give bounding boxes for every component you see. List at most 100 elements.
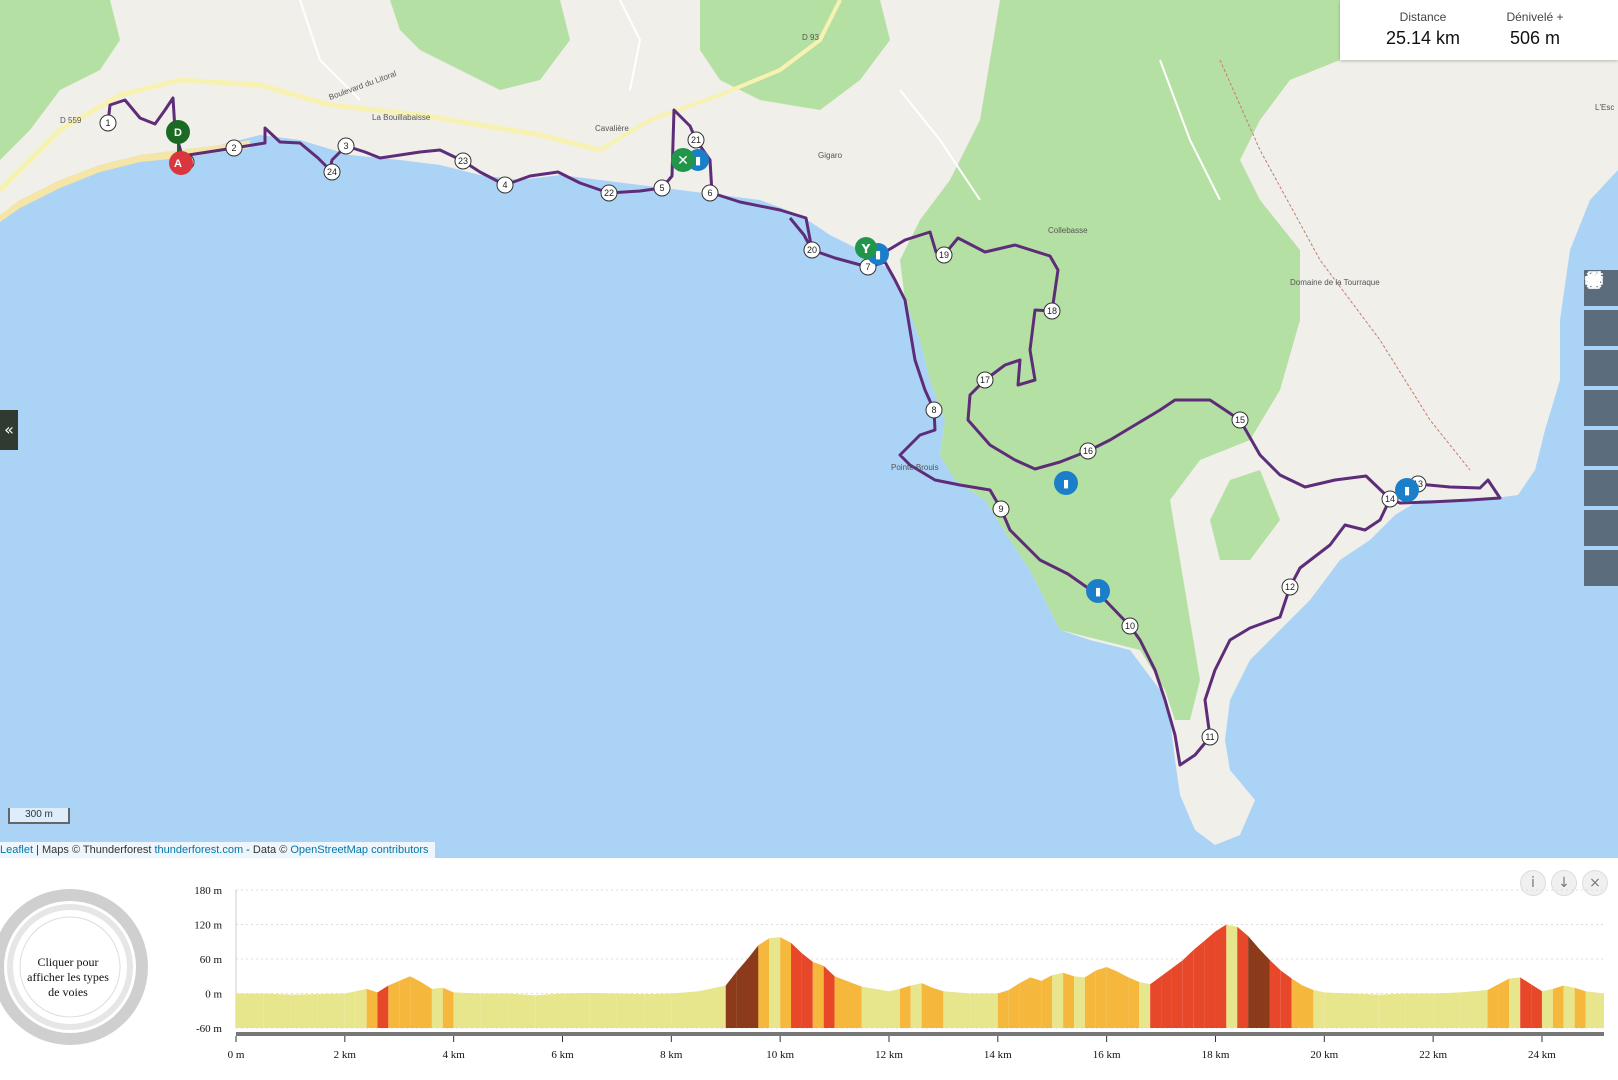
waypoint-marker[interactable]: 4 <box>496 176 514 194</box>
waypoint-label: 12 <box>1285 582 1295 592</box>
zoom-in-icon[interactable] <box>1584 273 1618 346</box>
map-scale: 300 m <box>8 808 70 824</box>
waypoint-marker[interactable]: 1 <box>99 114 117 132</box>
elevation-segment <box>1248 936 1260 1028</box>
waypoint-marker[interactable]: 12 <box>1281 578 1299 596</box>
waypoint-marker[interactable]: 18 <box>1043 302 1061 320</box>
elevation-segment <box>1041 975 1053 1028</box>
elevation-segment <box>1063 972 1074 1028</box>
route-map[interactable]: Cavalière La Bouillabaisse Gigaro Colleb… <box>0 0 1618 858</box>
waypoint-marker[interactable]: 6 <box>701 184 719 202</box>
elevation-segment <box>644 993 672 1028</box>
waypoint-marker[interactable]: 17 <box>976 371 994 389</box>
waypoint-marker[interactable]: 8 <box>925 401 943 419</box>
elevation-segment <box>1269 960 1281 1028</box>
waypoint-marker[interactable]: 19 <box>935 246 953 264</box>
pin-icon[interactable] <box>1584 272 1618 586</box>
route-stats-panel: Distance 25.14 km Dénivelé + 506 m <box>1340 0 1618 60</box>
elevation-chart[interactable]: 180 m 120 m 60 m 0 m -60 m 0 m 2 km 4 km 6 km 8 … <box>180 880 1610 1070</box>
elevation-segment <box>943 991 971 1028</box>
waypoint-label: 22 <box>604 188 614 198</box>
zoom-out-icon[interactable] <box>1584 279 1618 386</box>
elevation-segment <box>508 993 536 1028</box>
crossing-marker[interactable]: ✕ <box>671 148 695 172</box>
elevation-segment <box>1215 924 1227 1028</box>
leaflet-link[interactable]: Leaflet <box>0 844 33 856</box>
x-tick-label: 12 km <box>875 1049 903 1061</box>
elevation-segment <box>736 959 748 1028</box>
x-tick-label: 10 km <box>766 1049 794 1061</box>
layers-icon[interactable] <box>1584 272 1618 426</box>
x-axis: 0 m 2 km 4 km 6 km 8 km 10 km 12 km 14 km 16 km 1… <box>228 1036 1556 1061</box>
waypoint-marker[interactable]: 16 <box>1079 442 1097 460</box>
elevation-segment <box>780 937 792 1028</box>
waypoint-label: 16 <box>1083 446 1093 456</box>
elevation-segment <box>1259 948 1270 1028</box>
waypoint-marker[interactable]: 22 <box>600 184 618 202</box>
elevation-segment <box>366 988 378 1028</box>
elevation-segment <box>1193 940 1205 1028</box>
elevation-segment <box>1106 967 1118 1028</box>
map-canvas[interactable]: Cavalière La Bouillabaisse Gigaro Colleb… <box>0 0 1618 858</box>
water-point-marker[interactable]: ▮ <box>1086 579 1110 603</box>
osm-link[interactable]: OpenStreetMap contributors <box>290 844 428 856</box>
settings-sliders-icon[interactable] <box>1584 272 1618 506</box>
waypoint-marker[interactable]: 15 <box>1231 411 1249 429</box>
elevation-segment <box>1405 993 1434 1028</box>
waypoint-marker[interactable]: 5 <box>653 179 671 197</box>
place-domaine-tourraque: Domaine de la Tourraque <box>1290 278 1380 287</box>
elevation-segment <box>1117 971 1129 1028</box>
x-tick-label: 2 km <box>334 1049 357 1061</box>
svg-text:A: A <box>174 158 182 170</box>
waypoint-marker[interactable]: 11 <box>1201 728 1219 746</box>
elevation-segment <box>1487 984 1499 1028</box>
waypoint-marker[interactable]: 9 <box>992 500 1010 518</box>
elevation-segment <box>1008 983 1020 1028</box>
x-tick-label: 4 km <box>443 1049 466 1061</box>
left-panel-toggle-button[interactable]: « <box>0 410 18 450</box>
elevation-segment <box>791 942 802 1028</box>
water-point-marker[interactable]: ▮ <box>1054 471 1078 495</box>
thunderforest-link[interactable]: thunderforest.com <box>154 844 243 856</box>
end-marker[interactable]: A <box>169 151 193 175</box>
waypoint-label: 20 <box>807 245 817 255</box>
layer-add-icon[interactable] <box>1584 271 1618 466</box>
elevation-segment <box>725 971 737 1028</box>
waypoint-marker[interactable]: 21 <box>687 131 705 149</box>
elevation-segment <box>1531 984 1542 1028</box>
map-toolbar <box>1584 270 1618 590</box>
elevation-segment <box>758 938 770 1028</box>
elevation-segment <box>769 937 781 1028</box>
water-point-marker[interactable]: ▮ <box>1395 478 1419 502</box>
elevation-segment <box>1460 990 1488 1028</box>
elevation-segment <box>290 994 318 1028</box>
print-icon[interactable] <box>1584 271 1618 546</box>
elevation-segment <box>1509 977 1521 1028</box>
junction-marker[interactable]: Y <box>855 237 877 259</box>
svg-text:▮: ▮ <box>695 154 701 167</box>
waypoint-marker[interactable]: 20 <box>803 241 821 259</box>
waypoint-label: 7 <box>865 262 870 272</box>
waypoint-marker[interactable]: 3 <box>337 137 355 155</box>
waypoint-marker[interactable]: 2 <box>225 139 243 157</box>
elevation-segment <box>442 987 454 1028</box>
elevation-segment <box>344 991 356 1028</box>
waypoint-marker[interactable]: 23 <box>454 152 472 170</box>
elevation-segment <box>1541 988 1553 1028</box>
waypoint-marker[interactable]: 24 <box>323 163 341 181</box>
y-tick-label: 180 m <box>194 885 222 897</box>
elevation-segment <box>747 945 759 1028</box>
waypoint-marker[interactable]: 10 <box>1121 617 1139 635</box>
road-types-toggle-button[interactable]: Cliquer pour afficher les types de voies <box>20 935 116 1019</box>
waypoint-label: 5 <box>659 183 664 193</box>
elevation-segment <box>1324 992 1352 1028</box>
elevation-segment <box>431 987 443 1028</box>
waypoint-label: 18 <box>1047 306 1057 316</box>
waypoint-label: 11 <box>1205 732 1214 742</box>
elevation-segment <box>812 961 824 1028</box>
waypoint-label: 2 <box>231 143 236 153</box>
waypoint-label: 9 <box>998 504 1003 514</box>
elevation-segment <box>1052 972 1064 1028</box>
y-tick-label: 120 m <box>194 920 222 932</box>
elevation-label: Dénivelé + <box>1506 10 1564 24</box>
